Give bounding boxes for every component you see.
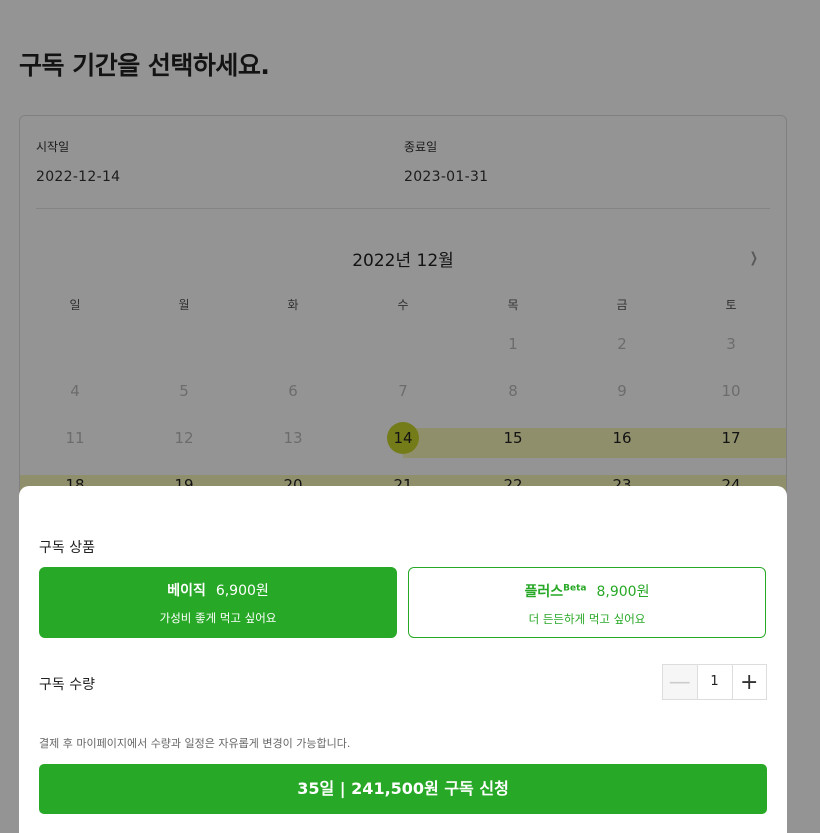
plan-description: 가성비 좋게 먹고 싶어요	[159, 611, 277, 625]
subscribe-submit-button[interactable]: 35일 | 241,500원 구독 신청	[39, 764, 767, 814]
plan-description: 더 든든하게 먹고 싶어요	[528, 612, 646, 626]
product-section-label: 구독 상품	[39, 540, 95, 556]
decrease-button[interactable]: —	[663, 665, 698, 699]
plan-price: 8,900원	[596, 584, 650, 600]
plan-plus-button[interactable]: 플러스Beta 8,900원 더 든든하게 먹고 싶어요	[408, 567, 766, 638]
plan-name: 베이직	[167, 583, 206, 599]
increase-button[interactable]: +	[731, 665, 767, 699]
quantity-input[interactable]	[697, 665, 732, 699]
quantity-section-label: 구독 수량	[39, 677, 95, 693]
beta-badge: Beta	[563, 583, 587, 594]
subscription-bottom-sheet: 구독 상품 베이직 6,900원 가성비 좋게 먹고 싶어요 플러스Beta 8,9…	[19, 486, 787, 833]
plan-basic-button[interactable]: 베이직 6,900원 가성비 좋게 먹고 싶어요	[39, 567, 397, 638]
plan-name: 플러스	[524, 584, 564, 600]
plan-price: 6,900원	[215, 583, 269, 599]
quantity-stepper: — +	[662, 664, 767, 700]
change-notice: 결제 후 마이페이지에서 수량과 일정은 자유롭게 변경이 가능합니다.	[39, 737, 351, 750]
